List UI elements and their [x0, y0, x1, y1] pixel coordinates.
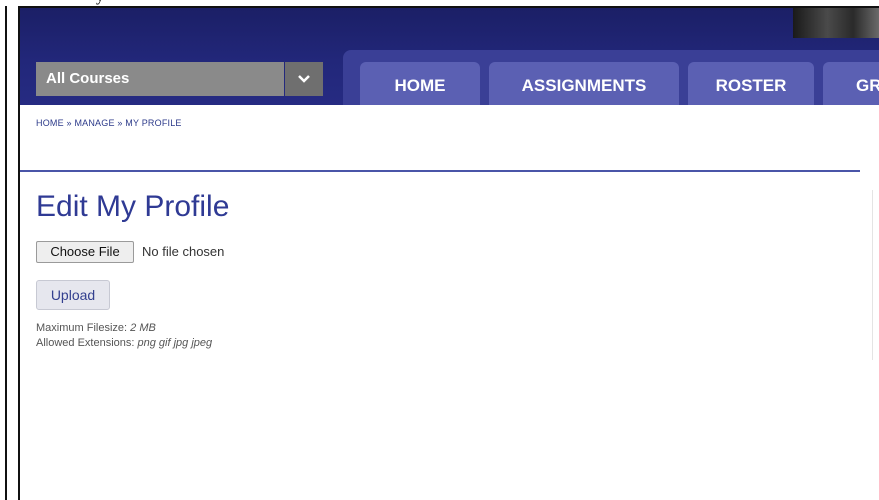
max-filesize-value: 2 MB: [130, 322, 156, 334]
tab-assignments-label: ASSIGNMENTS: [521, 76, 647, 95]
allowed-extensions-info: Allowed Extensions: png gif jpg jpeg: [36, 337, 212, 349]
max-filesize-label: Maximum Filesize:: [36, 322, 128, 334]
file-status: No file chosen: [142, 244, 225, 259]
breadcrumb-separator: »: [117, 118, 123, 128]
tab-grades-label: GR: [856, 76, 879, 95]
tab-home-label: HOME: [394, 76, 446, 95]
choose-file-button[interactable]: Choose File: [36, 241, 134, 263]
left-border: [5, 6, 7, 500]
breadcrumb: HOME » MANAGE » MY PROFILE: [36, 118, 182, 128]
upload-button[interactable]: Upload: [36, 280, 110, 310]
tab-grades[interactable]: GR: [823, 62, 879, 105]
page-title: Edit My Profile: [36, 190, 230, 223]
tab-assignments[interactable]: ASSIGNMENTS: [489, 62, 679, 105]
right-panel-edge: [872, 190, 873, 360]
section-divider: [20, 170, 860, 172]
course-select[interactable]: All Courses: [36, 62, 284, 96]
course-select-value: All Courses: [46, 70, 130, 87]
tab-roster-label: ROSTER: [715, 76, 787, 95]
breadcrumb-manage[interactable]: MANAGE: [74, 118, 114, 128]
breadcrumb-home[interactable]: HOME: [36, 118, 64, 128]
tab-roster[interactable]: ROSTER: [688, 62, 814, 105]
course-select-toggle[interactable]: [285, 62, 323, 96]
header-banner-image: [793, 8, 879, 38]
allowed-extensions-value: png gif jpg jpeg: [137, 337, 213, 349]
chevron-down-icon: [298, 75, 310, 83]
allowed-extensions-label: Allowed Extensions:: [36, 337, 135, 349]
max-filesize-info: Maximum Filesize: 2 MB: [36, 322, 156, 334]
tab-home[interactable]: HOME: [360, 62, 480, 105]
breadcrumb-current: MY PROFILE: [125, 118, 182, 128]
breadcrumb-separator: »: [66, 118, 72, 128]
